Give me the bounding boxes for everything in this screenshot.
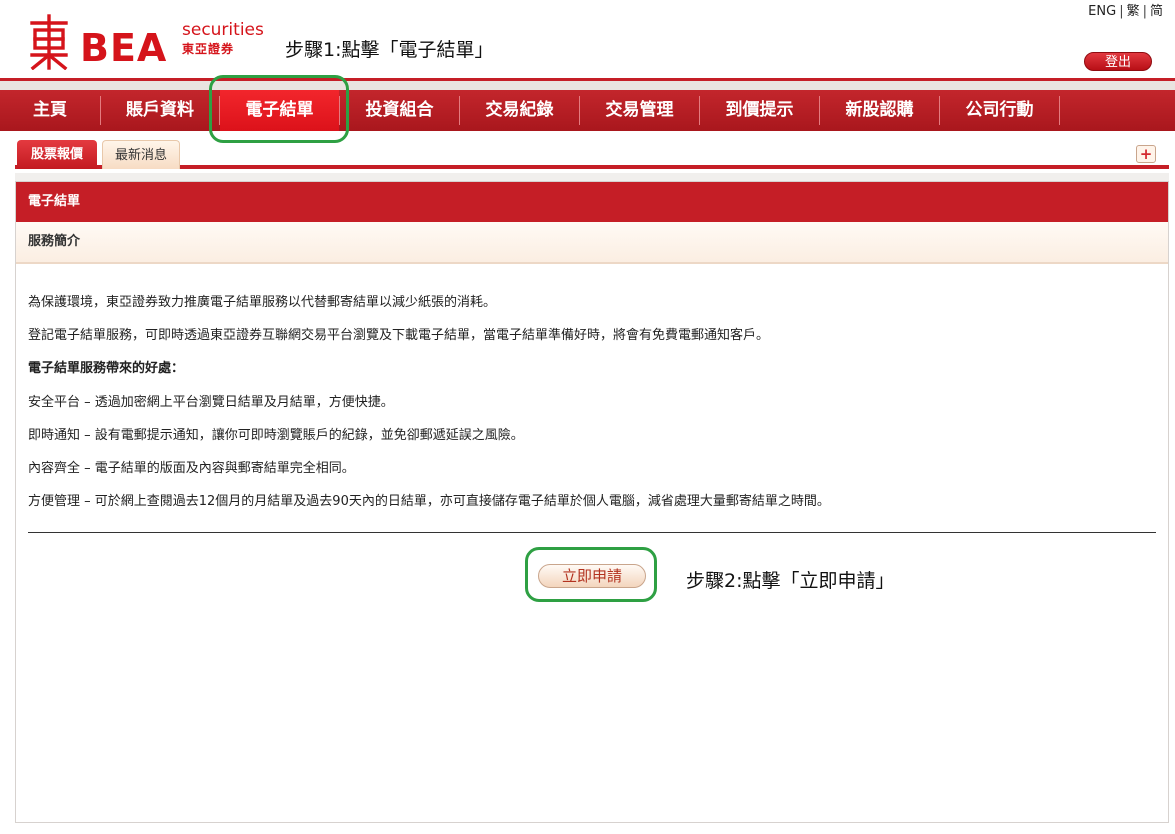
tab-latest-news[interactable]: 最新消息: [102, 140, 180, 169]
logo-chinese-text: 東亞證券: [182, 42, 235, 56]
lang-trad-link[interactable]: 繁: [1127, 4, 1140, 19]
lang-eng-link[interactable]: ENG: [1088, 4, 1116, 19]
logout-button[interactable]: 登出: [1084, 52, 1152, 71]
lang-separator: |: [1119, 4, 1124, 19]
nav-item-e-statement[interactable]: 電子結單: [220, 90, 339, 131]
tab-stock-quote[interactable]: 股票報價: [17, 140, 97, 169]
nav-item-corporate-action[interactable]: 公司行動: [940, 90, 1059, 131]
apply-now-button[interactable]: 立即申請: [538, 564, 646, 588]
logo-brand-text: BEA: [80, 26, 168, 70]
nav-item-trade-management[interactable]: 交易管理: [580, 90, 699, 131]
nav-item-ipo-subscription[interactable]: 新股認購: [820, 90, 939, 131]
benefit-item: 安全平台 – 透過加密網上平台瀏覽日結單及月結單，方便快捷。: [28, 395, 394, 410]
benefit-item: 方便管理 – 可於網上查閱過去12個月的月結單及過去90天內的日結單，亦可直接儲…: [28, 494, 830, 509]
step2-annotation: 步驟2:點擊「立即申請」: [686, 570, 895, 592]
language-switcher: ENG | 繁 | 简: [1088, 4, 1163, 20]
nav-separator: [1059, 96, 1060, 125]
expand-plus-button[interactable]: +: [1136, 145, 1156, 163]
logo-securities-text: securities: [182, 20, 264, 40]
nav-grey-band: [0, 81, 1175, 90]
sub-tab-gap-strip: [15, 173, 1169, 181]
panel-title: 電子結單: [16, 182, 1168, 222]
benefit-item: 即時通知 – 設有電郵提示通知，讓你可即時瀏覽賬戶的紀錄，並免卻郵遞延誤之風險。: [28, 428, 524, 443]
panel-subtitle: 服務簡介: [16, 222, 1168, 264]
nav-item-transaction-record[interactable]: 交易紀錄: [460, 90, 579, 131]
lang-separator: |: [1142, 4, 1147, 19]
benefits-heading: 電子結單服務帶來的好處：: [28, 361, 185, 376]
step1-annotation: 步驟1:點擊「電子結單」: [285, 39, 494, 61]
sub-tab-bar: 股票報價 最新消息: [15, 137, 1169, 169]
content-divider: [28, 532, 1156, 533]
intro-paragraph: 為保護環境，東亞證券致力推廣電子結單服務以代替郵寄結單以減少紙張的消耗。: [28, 295, 497, 310]
nav-item-portfolio[interactable]: 投資組合: [340, 90, 459, 131]
nav-item-home[interactable]: 主頁: [0, 90, 100, 131]
main-nav: 主頁 賬戶資料 電子結單 投資組合 交易紀錄 交易管理 到價提示 新股認購 公司…: [0, 90, 1175, 131]
lang-simp-link[interactable]: 简: [1150, 4, 1163, 19]
registration-paragraph: 登記電子結單服務，可即時透過東亞證券互聯網交易平台瀏覽及下載電子結單，當電子結單…: [28, 328, 770, 343]
nav-item-account-info[interactable]: 賬戶資料: [101, 90, 219, 131]
nav-item-price-alert[interactable]: 到價提示: [700, 90, 819, 131]
bea-logo[interactable]: BEA securities 東亞證券: [28, 14, 268, 72]
e-statement-panel: 電子結單 服務簡介 為保護環境，東亞證券致力推廣電子結單服務以代替郵寄結單以減少…: [15, 181, 1169, 823]
benefit-item: 內容齊全 – 電子結單的版面及內容與郵寄結單完全相同。: [28, 461, 355, 476]
bea-emblem-icon: [30, 14, 68, 70]
